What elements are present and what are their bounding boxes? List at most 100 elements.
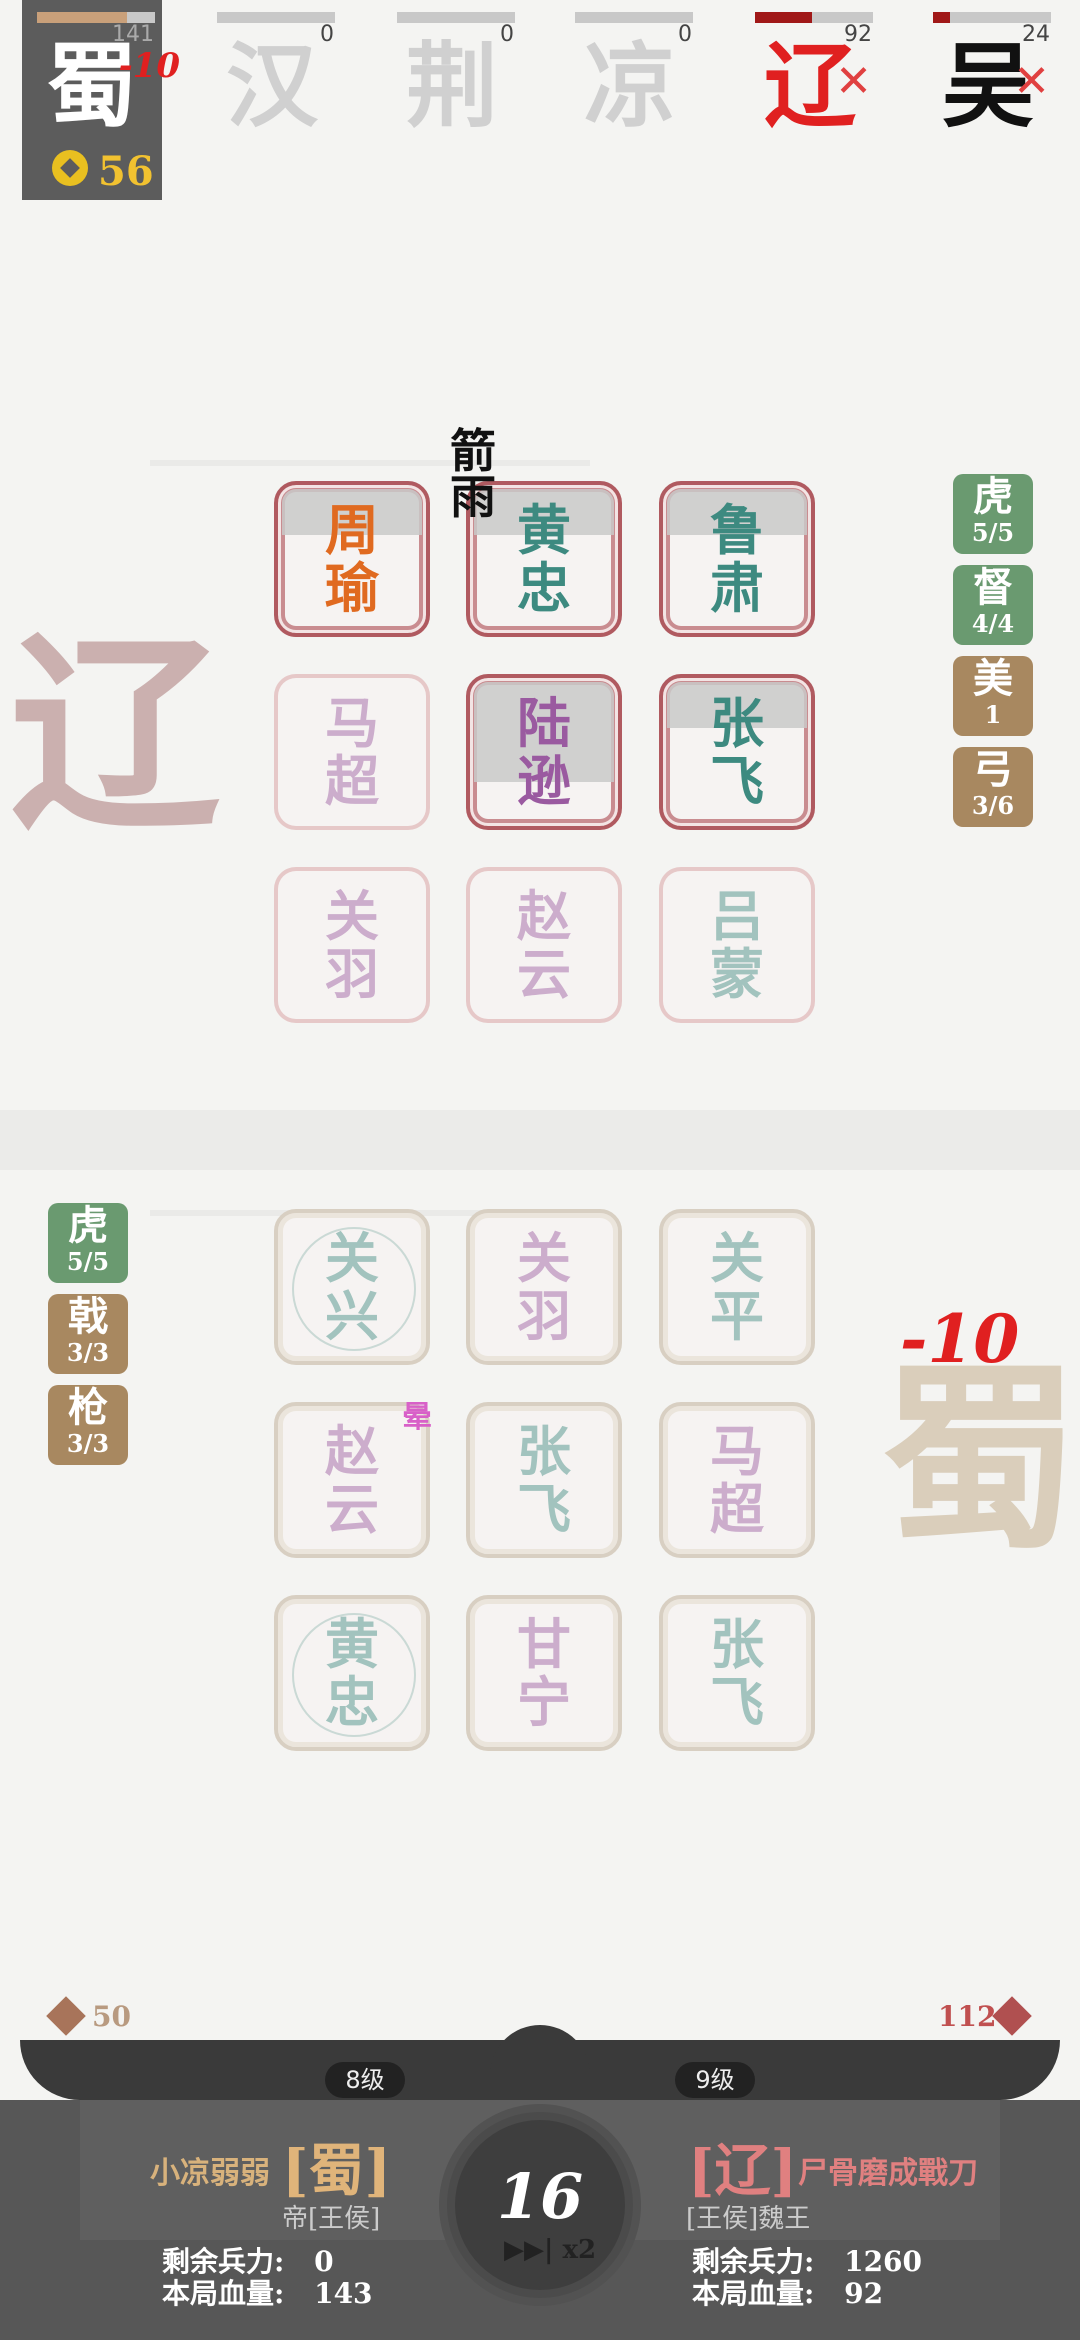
faction-damage: -10 <box>118 46 180 86</box>
enemy-unit-tile[interactable]: 关羽 <box>274 867 430 1023</box>
hud-shelf-bump <box>490 2025 590 2085</box>
player-faction: [蜀] <box>282 2138 391 2204</box>
synergy-label: 弓 <box>973 746 1013 793</box>
unit-name-char: 赵 <box>325 1418 379 1483</box>
unit-name-char: 蒙 <box>710 942 764 1006</box>
faction-slot[interactable]: 0荆 <box>382 0 522 200</box>
unit-name: 马超 <box>278 678 426 826</box>
unit-name-char: 黄 <box>517 497 571 562</box>
gold-amount: 56 <box>98 148 154 195</box>
synergy-label: 美 <box>973 655 1013 702</box>
score-icon <box>992 1996 1032 2036</box>
player-level: 8级 <box>325 2062 405 2098</box>
synergy-badge[interactable]: 弓 3/6 <box>953 747 1033 827</box>
unit-name-char: 关 <box>325 1225 379 1290</box>
synergy-label: 戟 <box>68 1293 108 1340</box>
enemy-unit-tile[interactable]: 鲁肃 <box>659 481 815 637</box>
faction-slot[interactable]: 92 辽 ✕ <box>740 0 880 200</box>
unit-name-char: 甘 <box>517 1611 571 1676</box>
unit-name-char: 马 <box>710 1418 764 1483</box>
player-unit-tile[interactable]: 张飞 <box>659 1595 815 1751</box>
synergy-count: 5/5 <box>971 518 1015 547</box>
eliminated-x-icon: ✕ <box>1013 56 1050 107</box>
unit-name-char: 平 <box>710 1284 764 1348</box>
player-unit-tile[interactable]: 张飞 <box>466 1402 622 1558</box>
unit-name: 赵云 <box>470 871 618 1019</box>
synergy-count: 3/3 <box>66 1429 110 1458</box>
unit-name: 甘宁 <box>470 1599 618 1747</box>
faction-bar: 141 蜀 -10 56 0 汉 0 荆 0 凉 92 辽 ✕ 24 吴 ✕ <box>0 0 1080 210</box>
unit-name-char: 陆 <box>517 690 571 755</box>
unit-name: 关羽 <box>278 871 426 1019</box>
unit-name-char: 肃 <box>710 556 764 620</box>
board-grid-line <box>150 460 590 466</box>
player-unit-tile[interactable]: 关兴 <box>274 1209 430 1365</box>
unit-name-char: 忠 <box>517 556 571 620</box>
faction-name: 汉 <box>225 32 318 140</box>
synergy-label: 枪 <box>68 1384 108 1431</box>
player-unit-tile[interactable]: 黄忠 <box>274 1595 430 1751</box>
enemy-unit-tile[interactable]: 吕蒙 <box>659 867 815 1023</box>
player-unit-tile[interactable]: 关平 <box>659 1209 815 1365</box>
player-damage-text: -10 <box>900 1300 1020 1378</box>
turn-number: 16 <box>496 2160 584 2233</box>
river-divider <box>0 1110 1080 1170</box>
enemy-unit-tile[interactable]: 张飞 <box>659 674 815 830</box>
speed-toggle-button[interactable]: ▶▶| x2 <box>495 2235 605 2265</box>
synergy-badge[interactable]: 戟 3/3 <box>48 1294 128 1374</box>
score-icon <box>46 1996 86 2036</box>
synergy-badge[interactable]: 枪 3/3 <box>48 1385 128 1465</box>
unit-name-char: 关 <box>517 1225 571 1290</box>
eliminated-x-icon: ✕ <box>835 56 872 107</box>
player-name: 小凉弱弱 <box>150 2156 270 2191</box>
unit-name: 张飞 <box>663 1599 811 1747</box>
player-faction-mark: 蜀 <box>880 1342 1080 1577</box>
unit-name-char: 羽 <box>517 1284 571 1348</box>
unit-name-char: 兴 <box>325 1284 379 1348</box>
unit-name-char: 瑜 <box>325 556 379 620</box>
enemy-unit-tile[interactable]: 马超 <box>274 674 430 830</box>
unit-name-char: 吕 <box>710 883 764 948</box>
faction-slot[interactable]: 0汉 <box>202 0 342 200</box>
unit-name-char: 张 <box>710 690 764 755</box>
faction-slot[interactable]: 24 吴 ✕ <box>918 0 1058 200</box>
synergy-count: 5/5 <box>66 1247 110 1276</box>
enemy-unit-tile[interactable]: 周瑜 <box>274 481 430 637</box>
synergy-label: 虎 <box>973 473 1013 520</box>
synergy-badge[interactable]: 虎 5/5 <box>48 1203 128 1283</box>
opponent-score: 112 <box>938 2000 997 2033</box>
unit-name: 周瑜 <box>278 485 426 633</box>
unit-name-char: 黄 <box>325 1611 379 1676</box>
unit-name-char: 云 <box>517 942 571 1006</box>
unit-name-char: 飞 <box>517 1477 571 1541</box>
player-hp: 本局血量: 143 <box>162 2272 373 2312</box>
arrow-rain-char: 雨 <box>450 470 496 524</box>
unit-name-char: 忠 <box>325 1670 379 1734</box>
synergy-badge[interactable]: 督 4/4 <box>953 565 1033 645</box>
unit-name: 关平 <box>663 1213 811 1361</box>
faction-slot[interactable]: 0凉 <box>560 0 700 200</box>
faction-slot[interactable]: 141 蜀 -10 56 <box>22 0 180 200</box>
synergy-badge[interactable]: 虎 5/5 <box>953 474 1033 554</box>
player-unit-tile[interactable]: 关羽 <box>466 1209 622 1365</box>
hp-value: 143 <box>314 2277 373 2310</box>
player-unit-tile[interactable]: 马超 <box>659 1402 815 1558</box>
unit-name: 关兴 <box>278 1213 426 1361</box>
faction-hp-bar <box>397 12 515 23</box>
unit-name-char: 关 <box>325 883 379 948</box>
opponent-level: 9级 <box>675 2062 755 2098</box>
unit-name: 关羽 <box>470 1213 618 1361</box>
unit-name-char: 羽 <box>325 942 379 1006</box>
player-unit-tile[interactable]: 甘宁 <box>466 1595 622 1751</box>
enemy-unit-tile[interactable]: 陆逊 <box>466 674 622 830</box>
opponent-title: [王侯]魏王 <box>686 2204 811 2234</box>
faction-hp-fill <box>755 12 812 23</box>
enemy-unit-tile[interactable]: 赵云 <box>466 867 622 1023</box>
unit-name: 张飞 <box>663 678 811 826</box>
synergy-label: 督 <box>973 564 1013 611</box>
synergy-badge[interactable]: 美1 <box>953 656 1033 736</box>
faction-name: 凉 <box>583 32 676 140</box>
synergy-count: 1 <box>984 700 1002 729</box>
faction-hp-bar <box>217 12 335 23</box>
synergy-count: 3/6 <box>971 791 1015 820</box>
